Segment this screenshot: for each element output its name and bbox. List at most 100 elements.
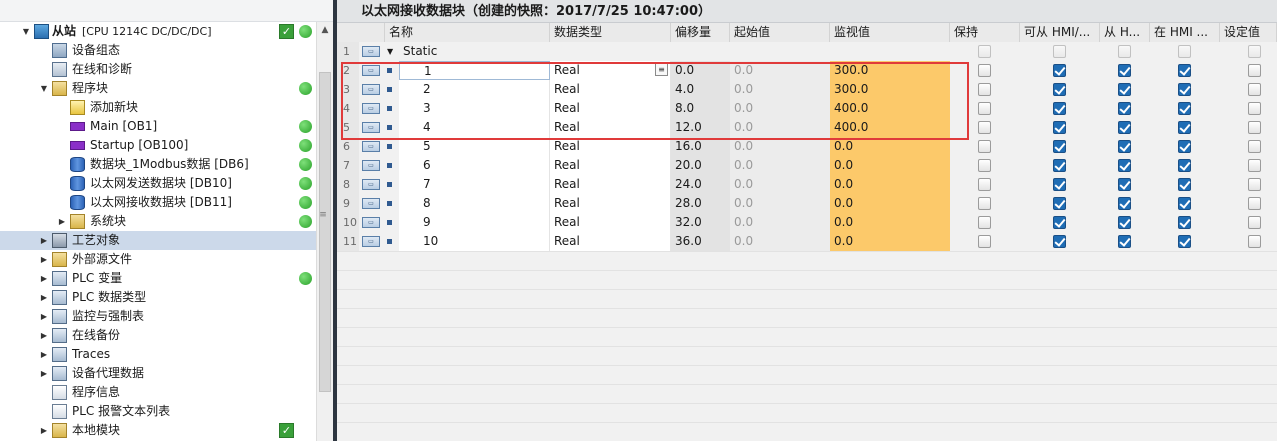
hmi-visible-checkbox[interactable] [1118,178,1131,191]
hmi-setpoint-checkbox[interactable] [1178,216,1191,229]
collapse-arrow-icon[interactable]: ▶ [38,364,50,383]
scroll-up-icon[interactable]: ▲ [317,22,333,39]
setpoint-checkbox[interactable] [1248,121,1261,134]
tree-item[interactable]: ▶ 在线备份 [0,326,316,345]
tree-item[interactable]: 设备组态 [0,41,316,60]
collapse-arrow-icon[interactable]: ▶ [38,288,50,307]
start-value[interactable]: 0.0 [730,194,830,213]
column-header[interactable]: 在 HMI ... [1150,23,1220,42]
collapse-arrow-icon[interactable]: ▶ [38,231,50,250]
table-row[interactable]: 9 ▭ 8 Real 28.0 0.0 0.0 [337,194,1277,213]
expand-arrow-icon[interactable]: ▼ [383,42,397,61]
collapse-arrow-icon[interactable]: ▶ [38,269,50,288]
tree-item[interactable]: 程序信息 [0,383,316,402]
hmi-access-checkbox[interactable] [1053,159,1066,172]
tree-item[interactable]: ▶ 系统块 [0,212,316,231]
setpoint-checkbox[interactable] [1248,83,1261,96]
table-row[interactable]: 7 ▭ 6 Real 20.0 0.0 0.0 [337,156,1277,175]
start-value[interactable]: 0.0 [730,175,830,194]
setpoint-checkbox[interactable] [1248,140,1261,153]
hmi-visible-checkbox[interactable] [1118,102,1131,115]
hmi-setpoint-checkbox[interactable] [1178,64,1191,77]
retain-checkbox[interactable] [978,83,991,96]
tree-scrollbar[interactable]: ▲ ≡ [316,22,333,441]
hmi-visible-checkbox[interactable] [1118,140,1131,153]
hmi-access-checkbox[interactable] [1053,235,1066,248]
retain-checkbox[interactable] [978,216,991,229]
collapse-arrow-icon[interactable]: ▶ [38,326,50,345]
variable-name[interactable]: 9 [399,213,550,232]
column-header[interactable]: 从 H... [1100,23,1150,42]
hmi-access-checkbox[interactable] [1053,121,1066,134]
hmi-access-checkbox[interactable] [1053,64,1066,77]
variable-name[interactable]: 8 [399,194,550,213]
setpoint-checkbox[interactable] [1248,178,1261,191]
tree-item[interactable]: Startup [OB100] [0,136,316,155]
hmi-access-checkbox[interactable] [1053,197,1066,210]
tree-item[interactable]: ▶ PLC 变量 [0,269,316,288]
scroll-thumb[interactable] [319,72,331,392]
tree-item[interactable]: ▶ PLC 数据类型 [0,288,316,307]
tree-item[interactable]: ▼ 从站 [CPU 1214C DC/DC/DC] ✓ [0,22,316,41]
setpoint-checkbox[interactable] [1248,102,1261,115]
table-row[interactable]: 8 ▭ 7 Real 24.0 0.0 0.0 [337,175,1277,194]
column-header[interactable]: 保持 [950,23,1020,42]
hmi-access-checkbox[interactable] [1053,45,1066,58]
tree-item[interactable]: ▶ Traces [0,345,316,364]
setpoint-checkbox[interactable] [1248,64,1261,77]
retain-checkbox[interactable] [978,45,991,58]
tree-item[interactable]: PLC 报警文本列表 [0,402,316,421]
column-header[interactable]: 设定值 [1220,23,1277,42]
retain-checkbox[interactable] [978,64,991,77]
tree-item[interactable]: ▶ 外部源文件 [0,250,316,269]
hmi-visible-checkbox[interactable] [1118,64,1131,77]
retain-checkbox[interactable] [978,159,991,172]
retain-checkbox[interactable] [978,121,991,134]
retain-checkbox[interactable] [978,102,991,115]
column-header[interactable]: 起始值 [730,23,830,42]
tree-item[interactable]: 数据块_1Modbus数据 [DB6] [0,155,316,174]
tree-item[interactable]: ▶ 监控与强制表 [0,307,316,326]
start-value[interactable]: 0.0 [730,232,830,251]
hmi-access-checkbox[interactable] [1053,178,1066,191]
hmi-visible-checkbox[interactable] [1118,235,1131,248]
retain-checkbox[interactable] [978,140,991,153]
collapse-arrow-icon[interactable]: ▶ [38,345,50,364]
collapse-arrow-icon[interactable]: ▶ [38,250,50,269]
setpoint-checkbox[interactable] [1248,159,1261,172]
column-header[interactable]: 偏移量 [671,23,730,42]
hmi-setpoint-checkbox[interactable] [1178,83,1191,96]
hmi-setpoint-checkbox[interactable] [1178,121,1191,134]
hmi-visible-checkbox[interactable] [1118,216,1131,229]
hmi-visible-checkbox[interactable] [1118,121,1131,134]
hmi-access-checkbox[interactable] [1053,83,1066,96]
hmi-visible-checkbox[interactable] [1118,197,1131,210]
column-header[interactable]: 数据类型 [550,23,671,42]
variable-type[interactable]: Real [550,175,671,194]
tree-item[interactable]: ▶ 本地模块 ✓ [0,421,316,440]
tree-item[interactable]: ▼ 程序块 [0,79,316,98]
expand-arrow-icon[interactable]: ▼ [38,79,50,98]
hmi-setpoint-checkbox[interactable] [1178,45,1191,58]
tree-item[interactable]: 以太网接收数据块 [DB11] [0,193,316,212]
table-row[interactable]: 11 ▭ 10 Real 36.0 0.0 0.0 [337,232,1277,251]
hmi-setpoint-checkbox[interactable] [1178,159,1191,172]
hmi-setpoint-checkbox[interactable] [1178,235,1191,248]
hmi-visible-checkbox[interactable] [1118,45,1131,58]
retain-checkbox[interactable] [978,235,991,248]
hmi-setpoint-checkbox[interactable] [1178,140,1191,153]
variable-type[interactable]: Real [550,232,671,251]
column-header[interactable]: 可从 HMI/... [1020,23,1100,42]
expand-arrow-icon[interactable]: ▼ [20,22,32,41]
variable-type[interactable]: Real [550,156,671,175]
tree-item[interactable]: 在线和诊断 [0,60,316,79]
column-header[interactable]: 名称 [385,23,550,42]
setpoint-checkbox[interactable] [1248,216,1261,229]
tree-item[interactable]: 以太网发送数据块 [DB10] [0,174,316,193]
hmi-setpoint-checkbox[interactable] [1178,197,1191,210]
retain-checkbox[interactable] [978,178,991,191]
hmi-setpoint-checkbox[interactable] [1178,102,1191,115]
scroll-grip-icon[interactable]: ≡ [319,210,327,220]
variable-type[interactable]: Real [550,194,671,213]
collapse-arrow-icon[interactable]: ▶ [38,421,50,440]
